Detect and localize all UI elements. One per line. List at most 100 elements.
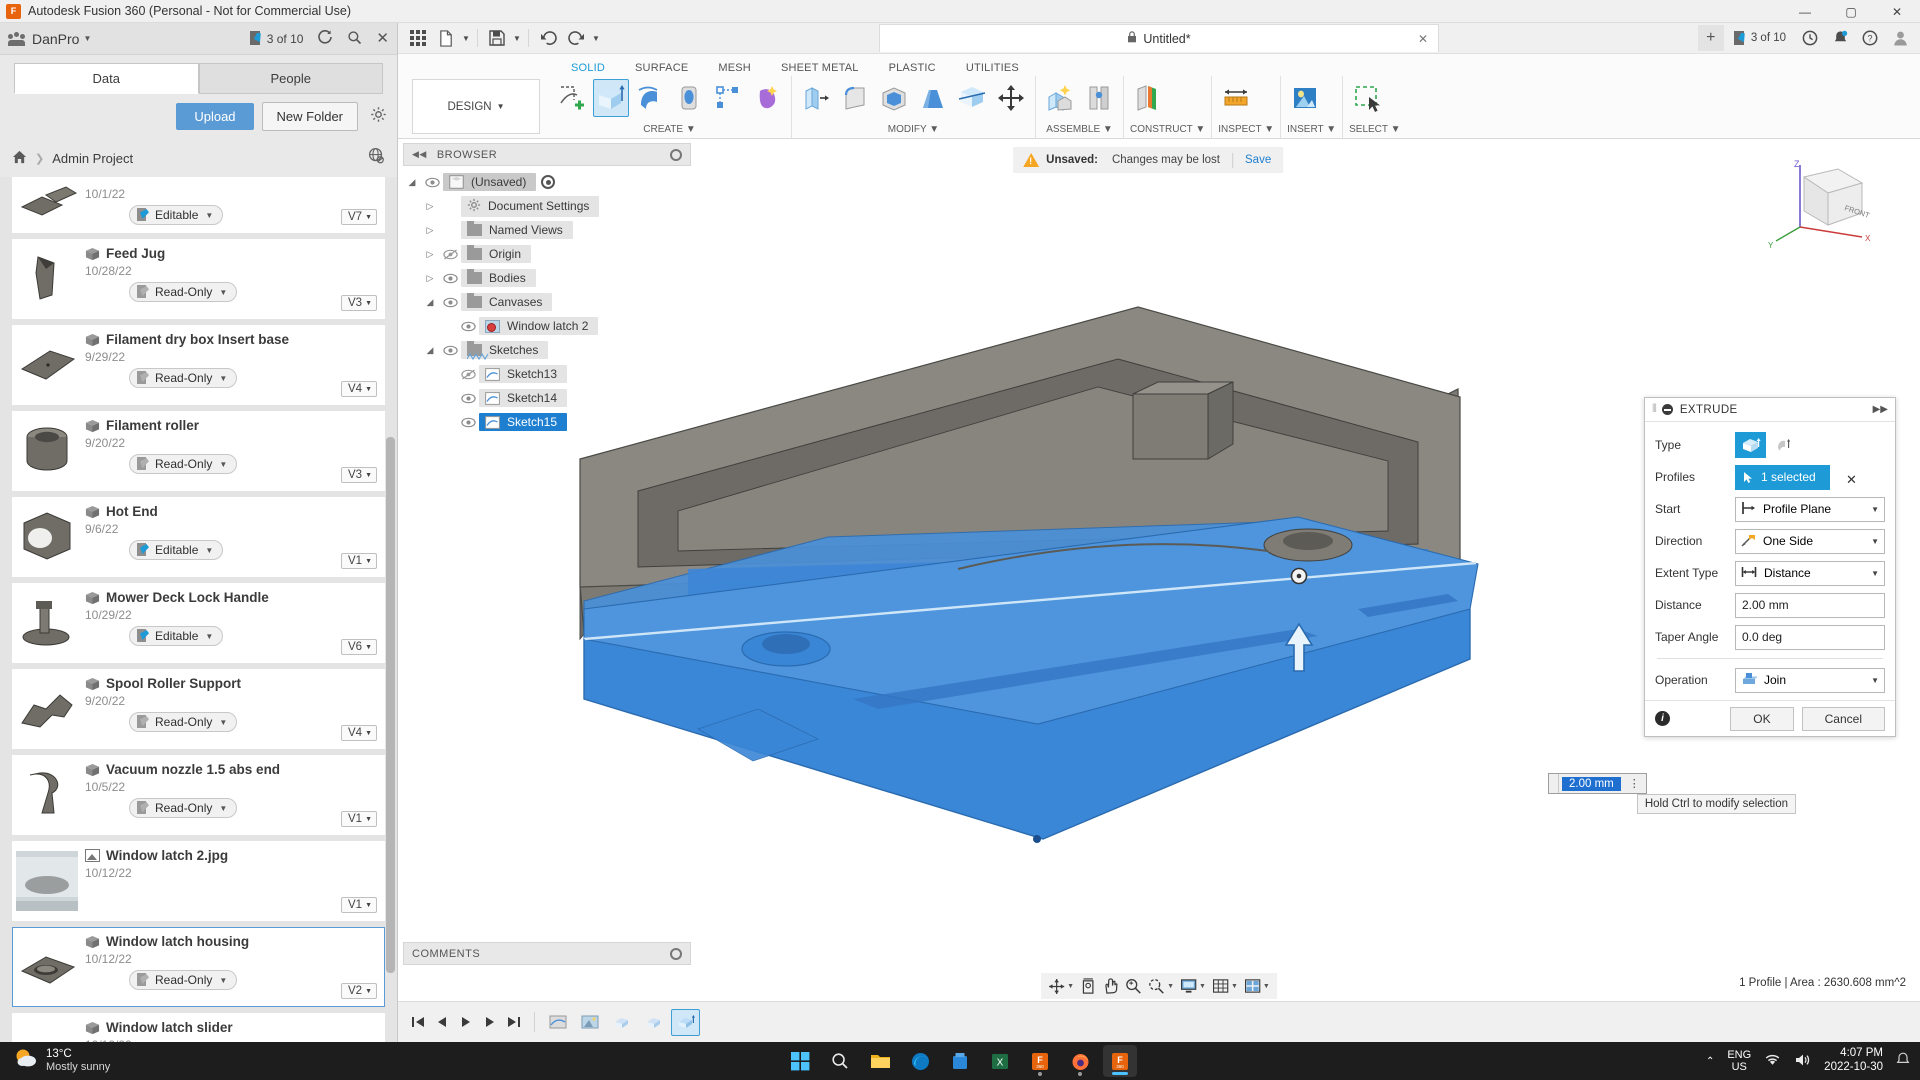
ribbon-group-label[interactable]: SELECT ▼ [1349,124,1400,138]
chevron-down-icon[interactable]: ▼ [1199,983,1206,990]
extrude-active-icon[interactable] [671,1009,700,1036]
display-settings-icon[interactable]: ▼ [1177,974,1209,998]
tree-item--unsaved-[interactable]: (Unsaved) [443,173,536,191]
grid-icon[interactable] [404,25,432,51]
press-pull-icon[interactable] [798,79,834,117]
tree-item-sketches[interactable]: Sketches [461,341,548,359]
item-version-dropdown[interactable]: V6▼ [341,639,377,655]
notifications-icon[interactable] [1826,25,1854,51]
browser-options-icon[interactable] [670,149,682,161]
extrude-dialog-header[interactable]: ⦀ EXTRUDE ▶▶ [1645,398,1895,422]
create-form-icon[interactable] [749,79,785,117]
list-item[interactable]: Vacuum nozzle 1.5 abs end10/5/22Read-Onl… [12,755,385,835]
item-permission-dropdown[interactable]: Read-Only▼ [129,798,237,818]
item-version-dropdown[interactable]: V4▼ [341,381,377,397]
excel-icon[interactable]: X [983,1045,1017,1077]
tree-item-named-views[interactable]: Named Views [461,221,573,239]
list-item[interactable]: 10/1/22Editable▼V7▼ [12,177,385,233]
shell-icon[interactable] [876,79,912,117]
new-component-icon[interactable] [1042,79,1078,117]
breadcrumb-project[interactable]: Admin Project [52,151,133,166]
dimension-menu-icon[interactable]: ⋮ [1624,777,1646,790]
eye-icon[interactable] [439,297,461,308]
globe-icon[interactable] [368,147,385,169]
close-panel-icon[interactable]: ✕ [376,31,389,46]
ribbon-group-label[interactable]: ASSEMBLE ▼ [1042,124,1117,138]
start-icon[interactable] [783,1045,817,1077]
item-permission-dropdown[interactable]: Read-Only▼ [129,282,237,302]
collapsed-arrow-icon[interactable]: ▷ [421,249,439,260]
item-version-dropdown[interactable]: V3▼ [341,295,377,311]
item-permission-dropdown[interactable]: Editable▼ [129,540,223,560]
step-forward-icon[interactable] [478,1009,502,1035]
revolve-icon[interactable] [632,79,668,117]
recent-icon[interactable] [1796,25,1824,51]
measure-icon[interactable] [1218,79,1254,117]
tree-row[interactable]: ◢(Unsaved) [403,170,691,194]
ribbon-group-label[interactable]: CONSTRUCT ▼ [1130,124,1205,138]
chevron-down-icon[interactable]: ▼ [511,25,523,51]
list-item[interactable]: Window latch slider10/12/22Read-Only▼V1▼ [12,1013,385,1042]
eye-icon[interactable] [457,321,479,332]
item-permission-dropdown[interactable]: Read-Only▼ [129,970,237,990]
list-item[interactable]: Feed Jug10/28/22Read-Only▼V3▼ [12,239,385,319]
undo-icon[interactable] [534,25,562,51]
list-item[interactable]: Filament dry box Insert base9/29/22Read-… [12,325,385,405]
zoom-window-icon[interactable]: ▼ [1145,974,1177,998]
ribbon-group-label[interactable]: INSPECT ▼ [1218,124,1274,138]
collapsed-arrow-icon[interactable]: ▷ [421,273,439,284]
search-icon[interactable] [823,1045,857,1077]
look-at-icon[interactable] [1077,974,1099,998]
item-permission-dropdown[interactable]: Editable▼ [129,205,223,225]
hub-name[interactable]: DanPro [32,31,79,47]
ribbon-tab-sheet-metal[interactable]: SHEET METAL [766,59,874,76]
close-tab-icon[interactable]: ✕ [1418,32,1428,46]
gear-icon[interactable] [370,106,387,128]
item-version-dropdown[interactable]: V4▼ [341,725,377,741]
save-link[interactable]: Save [1245,154,1271,166]
item-version-dropdown[interactable]: V1▼ [341,897,377,913]
info-icon[interactable]: i [1655,711,1670,726]
tree-item-sketch13[interactable]: Sketch13 [479,365,567,383]
draft-icon[interactable] [915,79,951,117]
operation-dropdown[interactable]: Join ▼ [1735,668,1885,693]
eye-icon[interactable] [439,345,461,356]
new-document-icon[interactable] [432,25,460,51]
wifi-icon[interactable] [1764,1053,1781,1070]
expand-dialog-icon[interactable]: ▶▶ [1873,404,1888,415]
tree-row[interactable]: ◢ Sketches [403,338,691,362]
chevron-down-icon[interactable]: ▼ [460,25,472,51]
viewport[interactable]: ◀◀ BROWSER ◢(Unsaved)▷Document Settings▷… [398,139,1920,971]
eye-icon[interactable] [421,177,443,188]
file-explorer-icon[interactable] [863,1045,897,1077]
fusion-active-icon[interactable]: F360 [1103,1045,1137,1077]
eye-icon[interactable] [439,273,461,284]
clock[interactable]: 4:07 PM 2022-10-30 [1824,1047,1883,1075]
chevron-down-icon[interactable]: ▼ [1067,983,1074,990]
navigation-bar[interactable]: ▼▼▼▼▼ [1041,973,1277,999]
data-panel-scrollbar[interactable] [386,177,395,1042]
ribbon-group-label[interactable]: CREATE ▼ [554,124,785,138]
refresh-icon[interactable] [317,29,333,48]
account-icon[interactable] [1886,25,1914,51]
item-permission-dropdown[interactable]: Read-Only▼ [129,712,237,732]
pan-icon[interactable] [1099,974,1122,998]
redo-icon[interactable] [562,25,590,51]
expanded-arrow-icon[interactable]: ◢ [421,297,439,308]
insert-canvas-icon[interactable] [1287,79,1323,117]
weather-widget[interactable]: 13°C Mostly sunny [0,1047,110,1075]
start-dropdown[interactable]: Profile Plane ▼ [1735,497,1885,522]
dimension-input-overlay[interactable]: 2.00 mm ⋮ [1548,773,1647,794]
tree-item-bodies[interactable]: Bodies [461,269,536,287]
step-back-icon[interactable] [430,1009,454,1035]
list-item[interactable]: Filament roller9/20/22Read-Only▼V3▼ [12,411,385,491]
collapse-browser-icon[interactable]: ◀◀ [412,149,427,160]
item-version-dropdown[interactable]: V3▼ [341,467,377,483]
expanded-arrow-icon[interactable]: ◢ [421,345,439,356]
ribbon-tab-plastic[interactable]: PLASTIC [874,59,951,76]
new-folder-button[interactable]: New Folder [262,102,358,131]
upload-button[interactable]: Upload [176,103,253,130]
tree-row[interactable]: ▷ Bodies [403,266,691,290]
tree-item-sketch14[interactable]: Sketch14 [479,389,567,407]
tab-data[interactable]: Data [14,63,199,94]
